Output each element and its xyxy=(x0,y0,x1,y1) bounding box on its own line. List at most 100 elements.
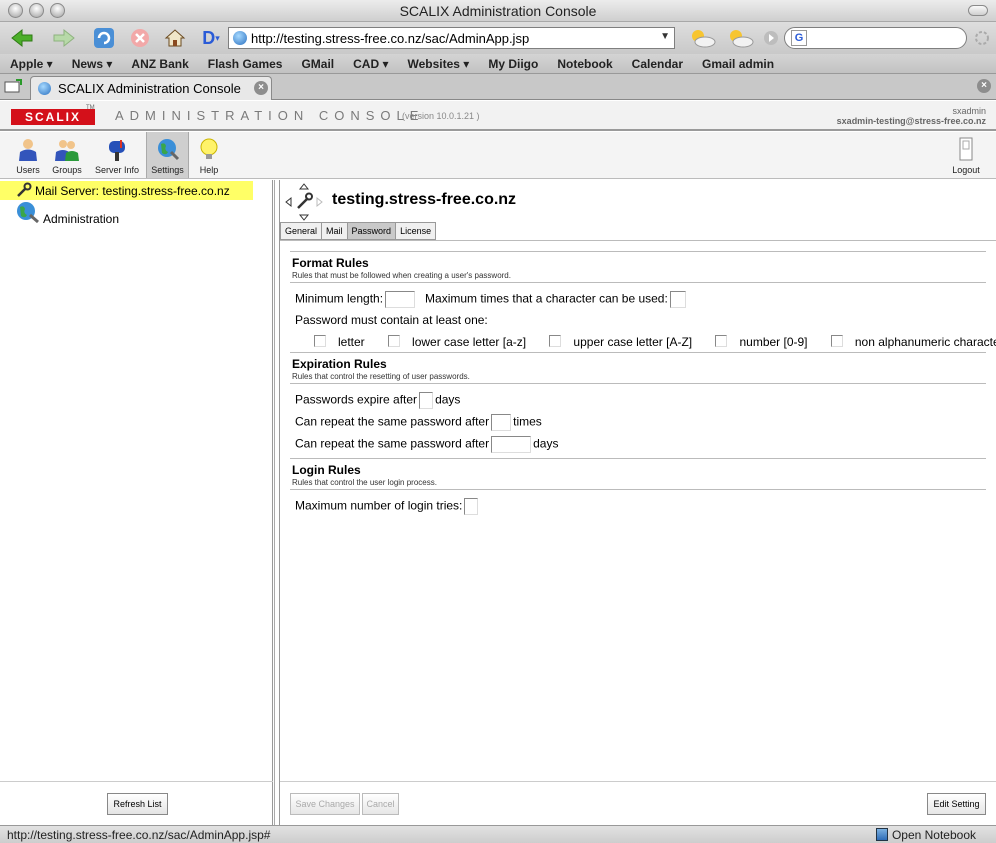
bookmark-item[interactable]: Apple ▾ xyxy=(10,57,53,71)
bookmark-item[interactable]: Websites ▾ xyxy=(408,57,470,71)
tab-password[interactable]: Password xyxy=(346,222,396,240)
open-notebook-button[interactable]: Open Notebook xyxy=(892,828,976,842)
close-tab-icon[interactable]: × xyxy=(254,81,268,95)
forward-button[interactable] xyxy=(48,26,78,50)
bookmark-item[interactable]: Flash Games xyxy=(208,57,283,71)
uppercase-checkbox[interactable] xyxy=(549,335,562,347)
login-tries-input[interactable] xyxy=(464,498,479,515)
bookmark-item[interactable]: GMail xyxy=(301,57,334,71)
bookmark-item[interactable]: ANZ Bank xyxy=(131,57,188,71)
repeat-days-label: Can repeat the same password after xyxy=(295,436,490,451)
login-rules-description: Rules that control the user login proces… xyxy=(292,478,437,487)
toolbar-toggle-button[interactable] xyxy=(968,5,988,16)
user-email: sxadmin-testing@stress-free.co.nz xyxy=(836,116,986,126)
address-dropdown-icon[interactable]: ▼ xyxy=(660,31,670,42)
format-length-row: Minimum length: Maximum times that a char… xyxy=(295,291,688,308)
letter-checkbox[interactable] xyxy=(314,335,326,347)
refresh-list-button[interactable]: Refresh List xyxy=(107,793,168,815)
min-length-input[interactable] xyxy=(385,291,416,308)
window-titlebar: SCALIX Administration Console xyxy=(0,0,996,22)
reload-button[interactable] xyxy=(92,26,116,50)
back-arrow-icon xyxy=(11,28,33,48)
scalix-logo: SCALIX xyxy=(11,109,95,125)
tab-strip: SCALIX Administration Console × × xyxy=(0,74,996,100)
bookmark-item[interactable]: CAD ▾ xyxy=(353,57,388,71)
new-tab-icon xyxy=(4,79,22,93)
tab-general[interactable]: General xyxy=(280,222,322,240)
close-all-tabs-icon[interactable]: × xyxy=(977,79,991,93)
login-tries-row: Maximum number of login tries: xyxy=(295,498,480,515)
user-info: sxadmin sxadmin-testing@stress-free.co.n… xyxy=(837,106,986,126)
save-changes-button[interactable]: Save Changes xyxy=(290,793,360,815)
bookmark-item[interactable]: My Diigo xyxy=(488,57,538,71)
repeat-days-input[interactable] xyxy=(491,436,532,453)
logout-button[interactable]: Logout xyxy=(948,132,984,178)
lightbulb-icon xyxy=(200,138,218,159)
home-button[interactable] xyxy=(163,26,187,50)
navigation-tree-pane: Mail Server: testing.stress-free.co.nz A… xyxy=(0,180,273,825)
non-alphanumeric-checkbox[interactable] xyxy=(830,335,843,347)
bookmark-item[interactable]: Gmail admin xyxy=(702,57,774,71)
repeat-times-row: Can repeat the same password after times xyxy=(295,414,542,431)
console-title: ADMINISTRATION CONSOLE xyxy=(115,108,425,123)
weather-icon[interactable] xyxy=(686,26,718,50)
bookmark-item[interactable]: Calendar xyxy=(632,57,683,71)
tab-license[interactable]: License xyxy=(395,222,437,240)
status-bar: http://testing.stress-free.co.nz/sac/Adm… xyxy=(0,825,996,843)
go-arrow-icon xyxy=(764,31,778,45)
repeat-days-unit: days xyxy=(533,436,559,451)
wrench-icon xyxy=(17,182,32,197)
bookmarks-bar: Apple ▾ News ▾ ANZ Bank Flash Games GMail CAD… xyxy=(0,54,996,74)
tab-scalix-console[interactable]: SCALIX Administration Console × xyxy=(30,76,272,100)
users-button[interactable]: Users xyxy=(10,132,46,178)
uppercase-label: upper case letter [A-Z] xyxy=(573,335,693,349)
edit-setting-button[interactable]: Edit Setting xyxy=(927,793,986,815)
user-name: sxadmin xyxy=(952,106,986,116)
expiration-rules-description: Rules that control the resetting of user… xyxy=(292,372,470,381)
stop-button[interactable] xyxy=(128,26,152,50)
groups-button[interactable]: Groups xyxy=(48,132,86,178)
max-char-times-input[interactable] xyxy=(669,291,686,308)
format-rules-description: Rules that must be followed when creatin… xyxy=(292,271,511,280)
search-box[interactable]: G xyxy=(784,27,967,49)
lowercase-label: lower case letter [a-z] xyxy=(412,335,527,349)
bookmark-item[interactable]: News ▾ xyxy=(72,57,113,71)
new-tab-button[interactable] xyxy=(3,77,23,95)
repeat-days-row: Can repeat the same password after days xyxy=(295,436,558,453)
server-title: testing.stress-free.co.nz xyxy=(332,191,517,208)
back-button[interactable] xyxy=(8,26,38,50)
go-button[interactable] xyxy=(761,26,781,50)
format-rules-heading: Format Rules xyxy=(292,256,369,270)
tab-mail[interactable]: Mail xyxy=(321,222,347,240)
bookmark-item[interactable]: Notebook xyxy=(557,57,612,71)
repeat-times-unit: times xyxy=(513,414,542,429)
lowercase-checkbox[interactable] xyxy=(388,335,401,347)
settings-button[interactable]: Settings xyxy=(146,132,189,178)
users-icon xyxy=(19,139,37,161)
must-contain-label: Password must contain at least one: xyxy=(295,313,488,327)
app-toolbar: Users Groups Server Info Settings Help L… xyxy=(0,132,996,179)
address-bar[interactable]: http://testing.stress-free.co.nz/sac/Adm… xyxy=(228,27,675,49)
tab-title: SCALIX Administration Console xyxy=(58,81,241,96)
diigo-button[interactable]: D ▾ xyxy=(198,26,224,50)
help-button[interactable]: Help xyxy=(194,132,224,178)
notebook-icon[interactable] xyxy=(876,828,888,841)
tab-divider xyxy=(280,240,996,241)
tree-item-mail-server-label: Mail Server: testing.stress-free.co.nz xyxy=(35,184,230,198)
navigation-toolbar: D ▾ http://testing.stress-free.co.nz/sac/… xyxy=(0,22,996,54)
max-char-times-label: Maximum times that a character can be us… xyxy=(425,291,668,306)
google-search-icon[interactable]: G xyxy=(791,30,807,46)
number-label: number [0-9] xyxy=(739,335,808,349)
expire-days-input[interactable] xyxy=(419,392,434,409)
weather-forecast-icon[interactable] xyxy=(724,26,756,50)
repeat-times-label: Can repeat the same password after xyxy=(295,414,490,429)
cancel-button[interactable]: Cancel xyxy=(362,793,399,815)
tree-item-mail-server[interactable]: Mail Server: testing.stress-free.co.nz xyxy=(0,181,253,200)
repeat-times-input[interactable] xyxy=(491,414,512,431)
min-length-label: Minimum length: xyxy=(295,291,384,306)
address-input[interactable]: http://testing.stress-free.co.nz/sac/Adm… xyxy=(251,31,529,46)
number-checkbox[interactable] xyxy=(715,335,728,347)
groups-icon xyxy=(55,140,79,161)
tab-globe-icon xyxy=(38,82,51,95)
server-info-button[interactable]: Server Info xyxy=(90,132,144,178)
